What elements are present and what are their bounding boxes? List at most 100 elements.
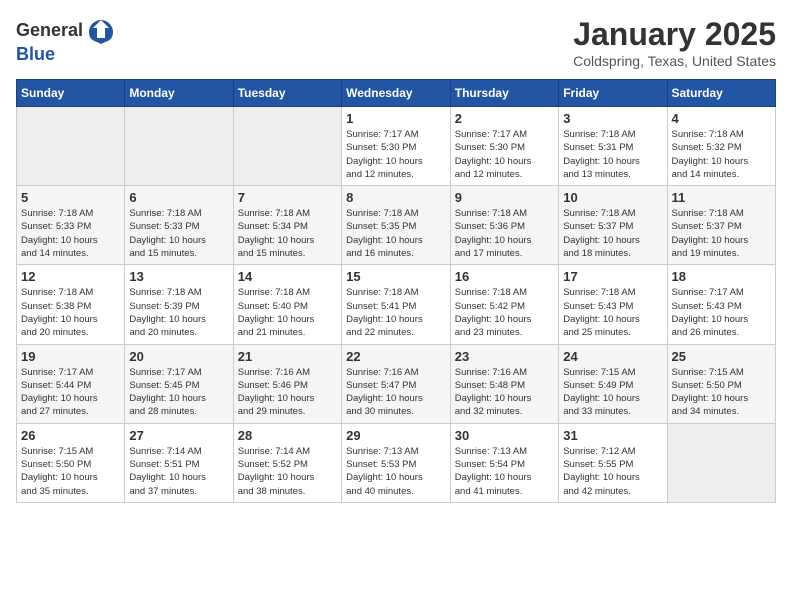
logo: General Blue [16,16,115,65]
table-cell: 26Sunrise: 7:15 AM Sunset: 5:50 PM Dayli… [17,423,125,502]
day-info: Sunrise: 7:15 AM Sunset: 5:49 PM Dayligh… [563,366,662,419]
day-number: 10 [563,190,662,205]
week-row-5: 26Sunrise: 7:15 AM Sunset: 5:50 PM Dayli… [17,423,776,502]
day-number: 31 [563,428,662,443]
day-number: 15 [346,269,446,284]
table-cell: 16Sunrise: 7:18 AM Sunset: 5:42 PM Dayli… [450,265,558,344]
day-info: Sunrise: 7:17 AM Sunset: 5:45 PM Dayligh… [129,366,228,419]
header-friday: Friday [559,80,667,107]
day-number: 27 [129,428,228,443]
day-info: Sunrise: 7:18 AM Sunset: 5:37 PM Dayligh… [672,207,772,260]
day-info: Sunrise: 7:18 AM Sunset: 5:36 PM Dayligh… [455,207,554,260]
header-sunday: Sunday [17,80,125,107]
header-tuesday: Tuesday [233,80,341,107]
day-info: Sunrise: 7:12 AM Sunset: 5:55 PM Dayligh… [563,445,662,498]
table-cell: 10 Sunrise: 7:18 AM Sunset: 5:37 PM Dayli… [559,186,667,265]
table-cell: 24 Sunrise: 7:15 AM Sunset: 5:49 PM Dayli… [559,344,667,423]
day-info: Sunrise: 7:17 AM Sunset: 5:30 PM Dayligh… [455,128,554,181]
table-cell [17,107,125,186]
day-info: Sunrise: 7:18 AM Sunset: 5:42 PM Dayligh… [455,286,554,339]
table-cell: 20 Sunrise: 7:17 AM Sunset: 5:45 PM Dayli… [125,344,233,423]
table-cell: 18 Sunrise: 7:17 AM Sunset: 5:43 PM Dayli… [667,265,776,344]
day-info: Sunrise: 7:18 AM Sunset: 5:35 PM Dayligh… [346,207,446,260]
header-thursday: Thursday [450,80,558,107]
day-number: 9 [455,190,554,205]
table-cell: 4 Sunrise: 7:18 AM Sunset: 5:32 PM Daylig… [667,107,776,186]
day-number: 19 [21,349,120,364]
day-info: Sunrise: 7:18 AM Sunset: 5:33 PM Dayligh… [129,207,228,260]
day-info: Sunrise: 7:18 AM Sunset: 5:39 PM Dayligh… [129,286,228,339]
weekday-header-row: Sunday Monday Tuesday Wednesday Thursday… [17,80,776,107]
day-info: Sunrise: 7:15 AM Sunset: 5:50 PM Dayligh… [21,445,120,498]
day-info: Sunrise: 7:18 AM Sunset: 5:38 PM Dayligh… [21,286,120,339]
table-cell: 8Sunrise: 7:18 AM Sunset: 5:35 PM Daylig… [342,186,451,265]
day-info: Sunrise: 7:17 AM Sunset: 5:44 PM Dayligh… [21,366,120,419]
table-cell: 13 Sunrise: 7:18 AM Sunset: 5:39 PM Dayli… [125,265,233,344]
day-info: Sunrise: 7:13 AM Sunset: 5:53 PM Dayligh… [346,445,446,498]
day-number: 7 [238,190,337,205]
calendar-title: January 2025 [573,16,776,53]
header: General Blue January 2025 Coldspring, Te… [16,16,776,69]
week-row-3: 12 Sunrise: 7:18 AM Sunset: 5:38 PM Dayli… [17,265,776,344]
table-cell: 27 Sunrise: 7:14 AM Sunset: 5:51 PM Dayli… [125,423,233,502]
day-number: 24 [563,349,662,364]
table-cell: 17 Sunrise: 7:18 AM Sunset: 5:43 PM Dayli… [559,265,667,344]
day-number: 25 [672,349,772,364]
day-info: Sunrise: 7:18 AM Sunset: 5:31 PM Dayligh… [563,128,662,181]
table-cell: 6Sunrise: 7:18 AM Sunset: 5:33 PM Daylig… [125,186,233,265]
table-cell [125,107,233,186]
table-cell: 29 Sunrise: 7:13 AM Sunset: 5:53 PM Dayli… [342,423,451,502]
title-block: January 2025 Coldspring, Texas, United S… [573,16,776,69]
table-cell: 31 Sunrise: 7:12 AM Sunset: 5:55 PM Dayli… [559,423,667,502]
day-info: Sunrise: 7:14 AM Sunset: 5:51 PM Dayligh… [129,445,228,498]
calendar-subtitle: Coldspring, Texas, United States [573,53,776,69]
table-cell: 11 Sunrise: 7:18 AM Sunset: 5:37 PM Dayli… [667,186,776,265]
table-cell: 23Sunrise: 7:16 AM Sunset: 5:48 PM Dayli… [450,344,558,423]
day-number: 1 [346,111,446,126]
week-row-2: 5 Sunrise: 7:18 AM Sunset: 5:33 PM Daylig… [17,186,776,265]
day-number: 29 [346,428,446,443]
week-row-4: 19 Sunrise: 7:17 AM Sunset: 5:44 PM Dayli… [17,344,776,423]
table-cell: 15 Sunrise: 7:18 AM Sunset: 5:41 PM Dayli… [342,265,451,344]
day-number: 5 [21,190,120,205]
day-number: 17 [563,269,662,284]
day-info: Sunrise: 7:18 AM Sunset: 5:41 PM Dayligh… [346,286,446,339]
logo-icon [87,16,115,44]
page-container: General Blue January 2025 Coldspring, Te… [0,0,792,513]
day-info: Sunrise: 7:18 AM Sunset: 5:43 PM Dayligh… [563,286,662,339]
day-number: 28 [238,428,337,443]
day-info: Sunrise: 7:15 AM Sunset: 5:50 PM Dayligh… [672,366,772,419]
week-row-1: 1 Sunrise: 7:17 AM Sunset: 5:30 PM Daylig… [17,107,776,186]
table-cell: 2 Sunrise: 7:17 AM Sunset: 5:30 PM Daylig… [450,107,558,186]
day-number: 12 [21,269,120,284]
day-info: Sunrise: 7:18 AM Sunset: 5:32 PM Dayligh… [672,128,772,181]
logo-general: General [16,20,83,41]
day-number: 21 [238,349,337,364]
day-number: 11 [672,190,772,205]
day-number: 2 [455,111,554,126]
table-cell: 9 Sunrise: 7:18 AM Sunset: 5:36 PM Daylig… [450,186,558,265]
day-number: 30 [455,428,554,443]
day-number: 4 [672,111,772,126]
day-number: 3 [563,111,662,126]
header-saturday: Saturday [667,80,776,107]
table-cell: 14 Sunrise: 7:18 AM Sunset: 5:40 PM Dayli… [233,265,341,344]
day-info: Sunrise: 7:18 AM Sunset: 5:37 PM Dayligh… [563,207,662,260]
day-info: Sunrise: 7:17 AM Sunset: 5:43 PM Dayligh… [672,286,772,339]
day-number: 20 [129,349,228,364]
table-cell: 21 Sunrise: 7:16 AM Sunset: 5:46 PM Dayli… [233,344,341,423]
day-info: Sunrise: 7:17 AM Sunset: 5:30 PM Dayligh… [346,128,446,181]
table-cell: 28 Sunrise: 7:14 AM Sunset: 5:52 PM Dayli… [233,423,341,502]
day-number: 18 [672,269,772,284]
header-monday: Monday [125,80,233,107]
day-info: Sunrise: 7:18 AM Sunset: 5:34 PM Dayligh… [238,207,337,260]
day-number: 14 [238,269,337,284]
logo-text-block: General Blue [16,16,115,65]
day-info: Sunrise: 7:18 AM Sunset: 5:40 PM Dayligh… [238,286,337,339]
table-cell: 19 Sunrise: 7:17 AM Sunset: 5:44 PM Dayli… [17,344,125,423]
day-number: 13 [129,269,228,284]
logo-blue: Blue [16,44,55,64]
day-info: Sunrise: 7:14 AM Sunset: 5:52 PM Dayligh… [238,445,337,498]
day-number: 23 [455,349,554,364]
day-info: Sunrise: 7:16 AM Sunset: 5:46 PM Dayligh… [238,366,337,419]
